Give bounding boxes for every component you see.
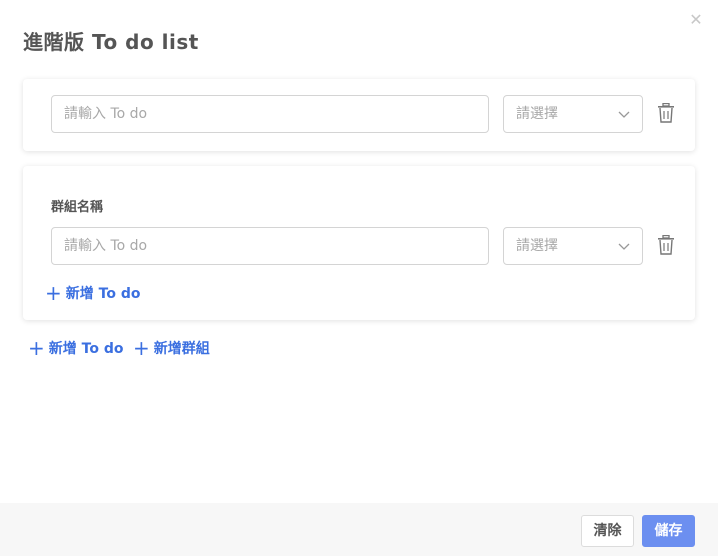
- select-placeholder: 請選擇: [516, 238, 558, 254]
- group-add-todo-label: 新增 To do: [65, 286, 141, 302]
- add-todo-label: 新增 To do: [48, 341, 124, 357]
- close-icon[interactable]: ✕: [688, 12, 704, 28]
- dialog-footer: 清除 儲存: [0, 503, 718, 556]
- group-todo-input[interactable]: [51, 227, 489, 265]
- add-todo-button[interactable]: + 新增 To do: [28, 338, 123, 358]
- plus-icon: +: [133, 336, 150, 360]
- select-placeholder: 請選擇: [516, 106, 558, 122]
- dialog-title: 進階版 To do list: [23, 30, 199, 54]
- group-name-label[interactable]: 群組名稱: [51, 196, 103, 215]
- todo-input[interactable]: [51, 95, 489, 133]
- category-select[interactable]: 請選擇: [503, 95, 643, 133]
- add-group-button[interactable]: + 新增群組: [133, 338, 210, 358]
- plus-icon: +: [28, 336, 45, 360]
- add-group-label: 新增群組: [153, 341, 210, 357]
- todo-dialog: ✕ 進階版 To do list 請選擇 群組名稱 請選擇: [0, 0, 718, 556]
- plus-icon: +: [45, 281, 62, 305]
- todo-card: 請選擇: [23, 79, 695, 151]
- chevron-down-icon: [618, 243, 630, 250]
- group-category-select[interactable]: 請選擇: [503, 227, 643, 265]
- group-add-todo-button[interactable]: + 新增 To do: [45, 283, 140, 303]
- chevron-down-icon: [618, 111, 630, 118]
- group-card: 群組名稱 請選擇 + 新增 To do: [23, 166, 695, 320]
- clear-button[interactable]: 清除: [581, 515, 634, 547]
- trash-icon[interactable]: [657, 103, 675, 123]
- trash-icon[interactable]: [657, 235, 675, 255]
- save-button[interactable]: 儲存: [642, 515, 695, 547]
